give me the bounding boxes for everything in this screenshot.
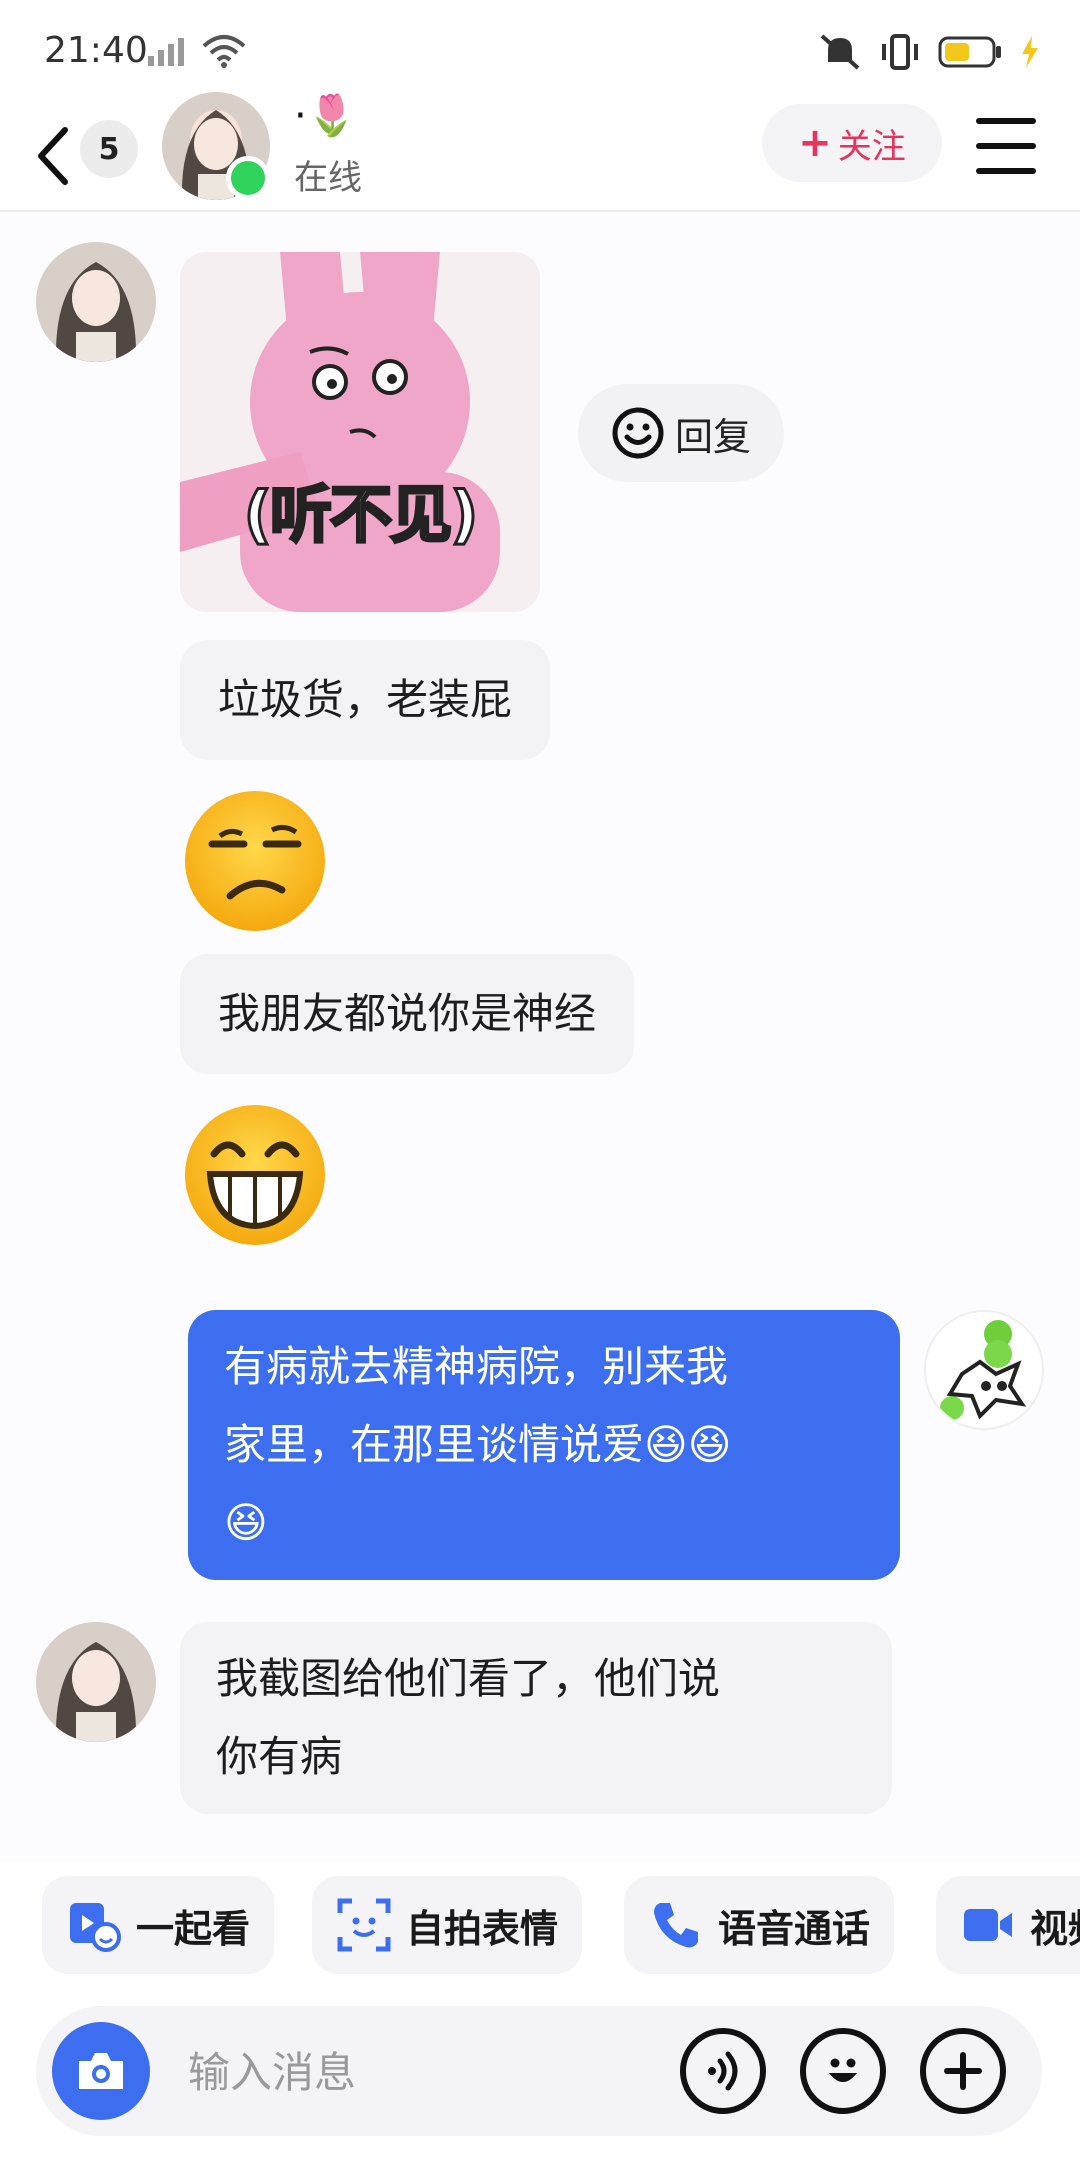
sticker-message[interactable]: (听不见)	[180, 252, 540, 612]
quick-action-label: 视频	[1030, 1906, 1080, 1951]
mute-icon	[820, 34, 860, 70]
menu-line	[976, 143, 1036, 149]
unread-badge: 5	[80, 120, 138, 178]
charging-icon	[1022, 36, 1038, 68]
chat-area[interactable]: (听不见) 回复 垃圾货，老装屁 我朋友都说你是神经 有病就去精神病院，别来我 …	[0, 212, 1080, 1862]
grin-emoji-icon[interactable]	[180, 1100, 330, 1250]
contact-name: ·🌷	[294, 93, 357, 139]
chevron-left-icon	[38, 127, 68, 185]
selfie-sticker-icon	[337, 1898, 391, 1952]
message-line: 你有病	[216, 1732, 343, 1781]
camera-button[interactable]	[52, 2022, 150, 2120]
quick-action-video[interactable]: 视频	[936, 1876, 1080, 1974]
follow-label: 关注	[837, 126, 906, 167]
avatar-image	[36, 1622, 156, 1742]
status-left-icons	[146, 34, 246, 68]
message-line: 😆	[224, 1498, 268, 1547]
message-line: 我截图给他们看了，他们说	[216, 1654, 721, 1703]
online-indicator	[226, 156, 270, 200]
menu-line	[976, 118, 1036, 124]
status-time: 21:40	[44, 30, 148, 71]
message-bubble[interactable]: 垃圾货，老装屁	[180, 640, 551, 760]
plus-icon	[944, 2052, 982, 2090]
message-line: 家里，在那里谈情说爱😆😆	[224, 1420, 732, 1469]
camera-icon	[79, 2053, 123, 2089]
wifi-icon	[202, 35, 246, 68]
message-bubble[interactable]: 我截图给他们看了，他们说 你有病	[180, 1622, 892, 1814]
quick-action-voice-call[interactable]: 语音通话	[624, 1876, 895, 1974]
my-message-bubble[interactable]: 有病就去精神病院，别来我 家里，在那里谈情说爱😆😆 😆	[188, 1310, 900, 1580]
quick-action-watch-together[interactable]: 一起看	[42, 1876, 275, 1974]
quick-actions-bar: 一起看 自拍表情 语音通话 视频	[0, 1862, 1080, 1980]
more-button[interactable]	[920, 2028, 1006, 2114]
other-avatar[interactable]	[36, 1622, 156, 1742]
quick-action-label: 一起看	[136, 1906, 251, 1951]
signal-icon	[148, 38, 184, 66]
smile-icon	[612, 407, 664, 459]
my-avatar[interactable]	[924, 1310, 1044, 1430]
watch-together-icon	[70, 1903, 121, 1952]
plus-icon: +	[798, 120, 832, 166]
message-line: 有病就去精神病院，别来我	[224, 1342, 729, 1391]
vibrate-icon	[882, 34, 918, 70]
message-bubble[interactable]: 我朋友都说你是神经	[180, 954, 635, 1074]
voice-wave-icon	[708, 2051, 738, 2091]
quick-action-label: 语音通话	[718, 1906, 871, 1951]
quick-action-selfie-sticker[interactable]: 自拍表情	[312, 1876, 583, 1974]
status-bar: 21:40	[0, 0, 1080, 100]
contact-status: 在线	[294, 158, 362, 198]
reply-label: 回复	[674, 414, 751, 459]
other-avatar[interactable]	[36, 242, 156, 362]
smirk-emoji-icon[interactable]	[180, 786, 330, 936]
reply-button[interactable]: 回复	[578, 384, 784, 482]
input-bar	[0, 1990, 1080, 2160]
sticker-caption: (听不见)	[242, 477, 480, 553]
menu-button[interactable]	[976, 118, 1036, 174]
bunny-sticker-image	[180, 252, 540, 612]
battery-icon	[938, 36, 1001, 68]
avatar-image	[926, 1312, 1042, 1428]
video-icon	[964, 1909, 1012, 1941]
follow-button[interactable]: + 关注	[762, 104, 942, 182]
voice-button[interactable]	[680, 2028, 766, 2114]
status-right-icons	[818, 32, 1040, 72]
quick-action-label: 自拍表情	[406, 1906, 559, 1951]
back-button[interactable]	[28, 118, 78, 194]
menu-line	[976, 168, 1036, 174]
message-input[interactable]	[188, 2042, 648, 2102]
emoji-button[interactable]	[800, 2028, 886, 2114]
smile-icon	[829, 2058, 857, 2082]
avatar-image	[36, 242, 156, 362]
phone-icon	[654, 1903, 698, 1948]
chat-header: 5 ·🌷 在线 + 关注	[0, 92, 1080, 212]
